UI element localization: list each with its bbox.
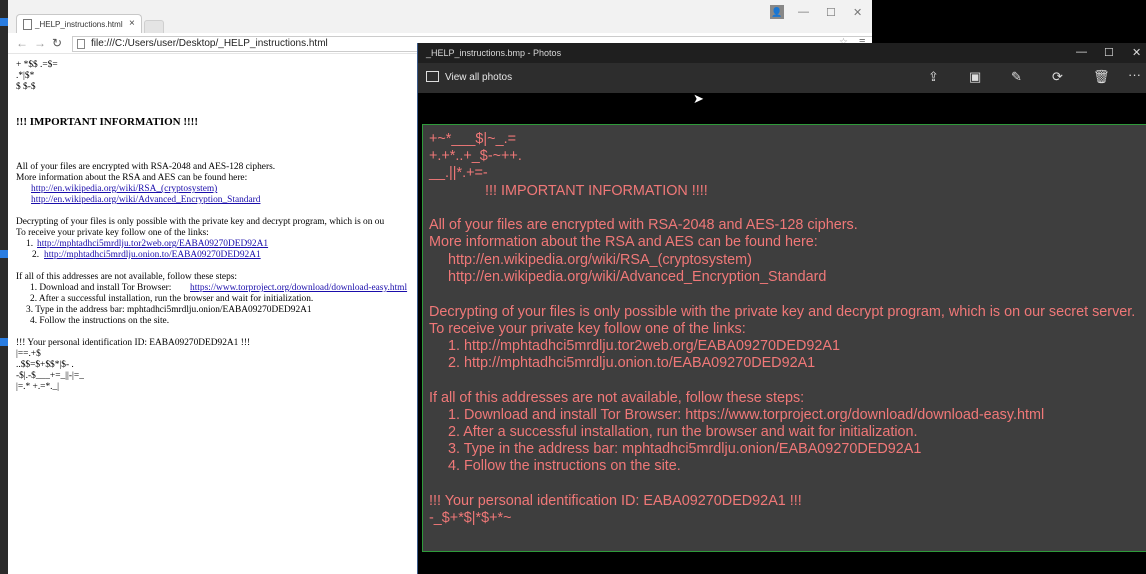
paragraph: If all of this addresses are not availab… bbox=[16, 272, 238, 282]
page-heading: !!! IMPORTANT INFORMATION !!!! bbox=[16, 116, 199, 128]
edit-pencil-icon[interactable]: ✎ bbox=[1011, 69, 1022, 85]
link-aes[interactable]: http://en.wikipedia.org/wiki/Advanced_En… bbox=[31, 195, 260, 206]
image-text-line: All of your files are encrypted with RSA… bbox=[429, 217, 858, 233]
more-options-button[interactable]: ··· bbox=[1128, 67, 1141, 82]
image-text-line: http://en.wikipedia.org/wiki/Advanced_En… bbox=[448, 269, 827, 285]
link-tor2web[interactable]: http://mphtadhci5mrdlju.tor2web.org/EABA… bbox=[37, 239, 268, 250]
taskbar-marker bbox=[0, 338, 8, 346]
image-heading: !!! IMPORTANT INFORMATION !!!! bbox=[485, 183, 708, 199]
image-text-line: 1. Download and install Tor Browser: htt… bbox=[448, 407, 1045, 423]
profile-icon[interactable]: 👤 bbox=[770, 5, 784, 19]
new-tab-button[interactable] bbox=[144, 20, 164, 34]
image-text-line: __.||*.+=- bbox=[429, 165, 488, 181]
image-text-line: More information about the RSA and AES c… bbox=[429, 234, 818, 250]
browser-tab[interactable]: _HELP_instructions.html × bbox=[16, 14, 142, 35]
image-text-line: -_$+*$|*$+*~ bbox=[429, 510, 512, 526]
minimize-button[interactable]: — bbox=[1076, 46, 1087, 58]
back-icon[interactable]: ← bbox=[16, 36, 28, 50]
forward-icon[interactable]: → bbox=[34, 36, 46, 50]
tab-close-icon[interactable]: × bbox=[129, 18, 135, 29]
close-button[interactable]: ✕ bbox=[1132, 46, 1141, 59]
taskbar-marker bbox=[0, 250, 8, 258]
step-text: 3. Type in the address bar: mphtadhci5mr… bbox=[26, 305, 312, 315]
photos-title-bar: _HELP_instructions.bmp - Photos — ☐ ✕ bbox=[418, 43, 1146, 63]
ascii-art-line: -$|.-$___+=_||-|=_ bbox=[16, 371, 84, 381]
photo-icon bbox=[426, 71, 439, 82]
slideshow-icon[interactable]: ▣ bbox=[969, 69, 981, 85]
photos-window: _HELP_instructions.bmp - Photos — ☐ ✕ Vi… bbox=[417, 43, 1146, 574]
link-torproject[interactable]: https://www.torproject.org/download/down… bbox=[190, 283, 407, 294]
paragraph: To receive your private key follow one o… bbox=[16, 228, 209, 238]
page-icon bbox=[77, 39, 85, 49]
reload-icon[interactable]: ↻ bbox=[52, 36, 62, 50]
ascii-art-line: $ $-$ bbox=[16, 82, 36, 92]
step-text: 4. Follow the instructions on the site. bbox=[30, 316, 170, 326]
image-text-line: 2. After a successful installation, run … bbox=[448, 424, 918, 440]
personal-id: !!! Your personal identification ID: EAB… bbox=[16, 338, 251, 348]
image-text-line: Decrypting of your files is only possibl… bbox=[429, 304, 1136, 320]
ascii-art-line: + *$$ .=$= bbox=[16, 60, 58, 70]
delete-icon[interactable]: 🗑 bbox=[1093, 69, 1110, 85]
mouse-cursor-icon: ➤ bbox=[693, 91, 704, 106]
image-text-line: 4. Follow the instructions on the site. bbox=[448, 458, 681, 474]
image-text-line: !!! Your personal identification ID: EAB… bbox=[429, 493, 802, 509]
image-text-line: To receive your private key follow one o… bbox=[429, 321, 746, 337]
image-text-line: 3. Type in the address bar: mphtadhci5mr… bbox=[448, 441, 922, 457]
ascii-art-line: .*|$* bbox=[16, 71, 35, 81]
list-number: 1. bbox=[26, 239, 34, 249]
paragraph: More information about the RSA and AES c… bbox=[16, 173, 248, 183]
ascii-art-line: ..$$=$+$$*|$- . bbox=[16, 360, 74, 370]
link-rsa[interactable]: http://en.wikipedia.org/wiki/RSA_(crypto… bbox=[31, 184, 217, 195]
image-text-line: If all of this addresses are not availab… bbox=[429, 390, 805, 406]
photos-command-bar: View all photos ⇪ ▣ ✎ ⟳ 🗑 ··· bbox=[418, 63, 1146, 93]
document-icon bbox=[23, 19, 32, 30]
address-url[interactable]: file:///C:/Users/user/Desktop/_HELP_inst… bbox=[91, 38, 328, 49]
tab-strip: _HELP_instructions.html × 👤 — ☐ ✕ bbox=[8, 0, 872, 35]
close-button[interactable]: ✕ bbox=[853, 6, 862, 19]
step-text: 1. Download and install Tor Browser: bbox=[30, 283, 172, 293]
image-text-line: 2. http://mphtadhci5mrdlju.onion.to/EABA… bbox=[448, 355, 816, 371]
taskbar-marker bbox=[0, 18, 8, 26]
image-text-line: 1. http://mphtadhci5mrdlju.tor2web.org/E… bbox=[448, 338, 840, 354]
ransom-note-image: +~*___$|~_.= +.+*..+_$-~++. __.||*.+=- !… bbox=[422, 124, 1146, 552]
view-all-photos-button[interactable]: View all photos bbox=[445, 72, 512, 83]
tab-title: _HELP_instructions.html bbox=[35, 20, 123, 29]
minimize-button[interactable]: — bbox=[798, 6, 809, 18]
paragraph: All of your files are encrypted with RSA… bbox=[16, 162, 276, 172]
image-text-line: +~*___$|~_.= bbox=[429, 131, 516, 147]
paragraph: Decrypting of your files is only possibl… bbox=[16, 217, 385, 227]
maximize-button[interactable]: ☐ bbox=[826, 6, 836, 19]
link-onion[interactable]: http://mphtadhci5mrdlju.onion.to/EABA092… bbox=[44, 250, 261, 261]
maximize-button[interactable]: ☐ bbox=[1104, 46, 1114, 59]
image-text-line: http://en.wikipedia.org/wiki/RSA_(crypto… bbox=[448, 252, 752, 268]
rotate-icon[interactable]: ⟳ bbox=[1052, 69, 1063, 85]
window-title: _HELP_instructions.bmp - Photos bbox=[426, 48, 562, 58]
taskbar-strip bbox=[0, 0, 8, 574]
image-text-line: +.+*..+_$-~++. bbox=[429, 148, 522, 164]
ascii-art-line: |==.+$ bbox=[16, 349, 41, 359]
share-icon[interactable]: ⇪ bbox=[928, 69, 939, 85]
list-number: 2. bbox=[32, 250, 40, 260]
ascii-art-line: |=.* +.=*._| bbox=[16, 382, 60, 392]
step-text: 2. After a successful installation, run … bbox=[30, 294, 314, 304]
